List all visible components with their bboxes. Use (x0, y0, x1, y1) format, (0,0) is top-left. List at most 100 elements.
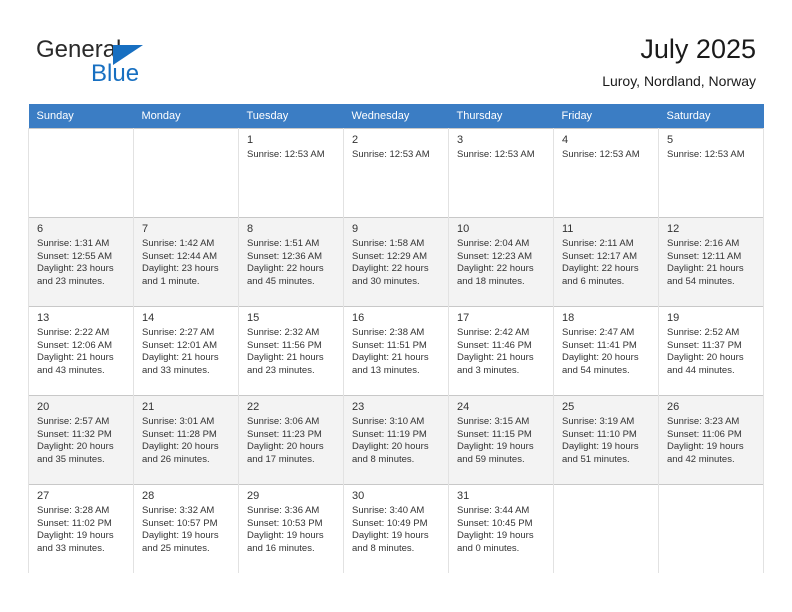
day-details: Sunrise: 2:04 AM Sunset: 12:23 AM Daylight… (450, 238, 553, 288)
sunset-text: Sunset: 11:28 PM (142, 428, 217, 440)
page-subtitle: Luroy, Nordland, Norway (602, 73, 756, 89)
calendar-day-cell-empty (28, 128, 134, 218)
day-details: Sunrise: 3:36 AM Sunset: 10:53 PM Daylight… (240, 505, 343, 555)
sunrise-text: Sunrise: 3:10 AM (352, 416, 425, 427)
calendar-day-cell[interactable]: 25 Sunrise: 3:19 AM Sunset: 11:10 PM Daylig… (553, 395, 659, 485)
page-title: July 2025 (640, 34, 756, 64)
day-details: Sunrise: 3:01 AM Sunset: 11:28 PM Daylight… (135, 416, 238, 466)
sunset-text: Sunset: 10:49 PM (352, 517, 428, 529)
day-number: 18 (562, 312, 575, 324)
calendar-day-cell[interactable]: 21 Sunrise: 3:01 AM Sunset: 11:28 PM Daylig… (133, 395, 239, 485)
sunset-text: Sunset: 10:57 PM (142, 517, 218, 529)
daylight-text: Daylight: 23 hours and 23 minutes. (37, 263, 114, 287)
daylight-text: Daylight: 22 hours and 30 minutes. (352, 263, 429, 287)
sunset-text: Sunset: 11:51 PM (352, 339, 427, 351)
sunrise-text: Sunrise: 12:53 AM (352, 149, 430, 160)
day-details: Sunrise: 3:40 AM Sunset: 10:49 PM Daylight… (345, 505, 448, 555)
calendar-day-cell[interactable]: 12 Sunrise: 2:16 AM Sunset: 12:11 AM Daylig… (658, 217, 764, 307)
calendar-day-cell[interactable]: 14 Sunrise: 2:27 AM Sunset: 12:01 AM Daylig… (133, 306, 239, 396)
sunrise-text: Sunrise: 1:42 AM (142, 238, 215, 249)
sunset-text: Sunset: 12:44 AM (142, 250, 217, 262)
sunrise-text: Sunrise: 2:38 AM (352, 327, 425, 338)
day-number: 24 (457, 401, 470, 413)
calendar-day-cell[interactable]: 4 Sunrise: 12:53 AM (553, 128, 659, 218)
calendar-day-cell[interactable]: 23 Sunrise: 3:10 AM Sunset: 11:19 PM Daylig… (343, 395, 449, 485)
day-details: Sunrise: 1:51 AM Sunset: 12:36 AM Daylight… (240, 238, 343, 288)
daylight-text: Daylight: 19 hours and 51 minutes. (562, 441, 639, 465)
sunset-text: Sunset: 12:55 AM (37, 250, 112, 262)
day-number: 7 (142, 223, 149, 235)
day-number: 3 (457, 134, 464, 146)
sunrise-text: Sunrise: 3:44 AM (457, 505, 530, 516)
calendar-day-cell-empty (133, 128, 239, 218)
daylight-text: Daylight: 21 hours and 33 minutes. (142, 352, 219, 376)
calendar-day-cell[interactable]: 10 Sunrise: 2:04 AM Sunset: 12:23 AM Daylig… (448, 217, 554, 307)
calendar-day-cell[interactable]: 27 Sunrise: 3:28 AM Sunset: 11:02 PM Daylig… (28, 484, 134, 573)
daylight-text: Daylight: 19 hours and 42 minutes. (667, 441, 744, 465)
calendar-day-cell[interactable]: 16 Sunrise: 2:38 AM Sunset: 11:51 PM Daylig… (343, 306, 449, 396)
calendar-day-cell[interactable]: 17 Sunrise: 2:42 AM Sunset: 11:46 PM Daylig… (448, 306, 554, 396)
calendar-day-cell[interactable]: 22 Sunrise: 3:06 AM Sunset: 11:23 PM Daylig… (238, 395, 344, 485)
day-details: Sunrise: 12:53 AM (450, 149, 553, 162)
calendar-day-cell[interactable]: 3 Sunrise: 12:53 AM (448, 128, 554, 218)
calendar-day-cell[interactable]: 29 Sunrise: 3:36 AM Sunset: 10:53 PM Daylig… (238, 484, 344, 573)
calendar-grid: Sunday Monday Tuesday Wednesday Thursday… (28, 104, 764, 573)
day-number: 11 (562, 223, 574, 235)
calendar-day-cell[interactable]: 15 Sunrise: 2:32 AM Sunset: 11:56 PM Daylig… (238, 306, 344, 396)
calendar-day-cell[interactable]: 13 Sunrise: 2:22 AM Sunset: 12:06 AM Daylig… (28, 306, 134, 396)
calendar-day-cell[interactable]: 1 Sunrise: 12:53 AM (238, 128, 344, 218)
calendar-day-cell[interactable]: 19 Sunrise: 2:52 AM Sunset: 11:37 PM Daylig… (658, 306, 764, 396)
sunrise-text: Sunrise: 2:16 AM (667, 238, 740, 249)
day-details: Sunrise: 2:27 AM Sunset: 12:01 AM Daylight… (135, 327, 238, 377)
calendar-week-row: 27 Sunrise: 3:28 AM Sunset: 11:02 PM Daylig… (28, 484, 764, 573)
daylight-text: Daylight: 21 hours and 13 minutes. (352, 352, 429, 376)
calendar-day-cell[interactable]: 30 Sunrise: 3:40 AM Sunset: 10:49 PM Daylig… (343, 484, 449, 573)
sunrise-text: Sunrise: 2:27 AM (142, 327, 215, 338)
sunset-text: Sunset: 12:36 AM (247, 250, 322, 262)
day-number: 17 (457, 312, 470, 324)
sunrise-text: Sunrise: 3:28 AM (37, 505, 110, 516)
sunset-text: Sunset: 11:19 PM (352, 428, 427, 440)
calendar-day-cell[interactable]: 7 Sunrise: 1:42 AM Sunset: 12:44 AM Dayligh… (133, 217, 239, 307)
sunrise-text: Sunrise: 12:53 AM (247, 149, 325, 160)
calendar-day-cell[interactable]: 28 Sunrise: 3:32 AM Sunset: 10:57 PM Daylig… (133, 484, 239, 573)
calendar-day-cell[interactable]: 20 Sunrise: 2:57 AM Sunset: 11:32 PM Daylig… (28, 395, 134, 485)
day-number: 15 (247, 312, 260, 324)
sunrise-text: Sunrise: 1:51 AM (247, 238, 320, 249)
sunrise-text: Sunrise: 2:52 AM (667, 327, 740, 338)
daylight-text: Daylight: 20 hours and 8 minutes. (352, 441, 429, 465)
calendar-day-cell[interactable]: 18 Sunrise: 2:47 AM Sunset: 11:41 PM Daylig… (553, 306, 659, 396)
calendar-day-cell[interactable]: 26 Sunrise: 3:23 AM Sunset: 11:06 PM Daylig… (658, 395, 764, 485)
day-number: 5 (667, 134, 674, 146)
day-details: Sunrise: 2:22 AM Sunset: 12:06 AM Daylight… (30, 327, 133, 377)
calendar-day-cell[interactable]: 6 Sunrise: 1:31 AM Sunset: 12:55 AM Dayligh… (28, 217, 134, 307)
day-details: Sunrise: 3:10 AM Sunset: 11:19 PM Daylight… (345, 416, 448, 466)
weekday-header-tuesday: Tuesday (238, 104, 344, 129)
sunrise-text: Sunrise: 3:19 AM (562, 416, 635, 427)
daylight-text: Daylight: 20 hours and 35 minutes. (37, 441, 114, 465)
day-number: 6 (37, 223, 44, 235)
calendar-day-cell[interactable]: 8 Sunrise: 1:51 AM Sunset: 12:36 AM Dayligh… (238, 217, 344, 307)
sunrise-text: Sunrise: 3:06 AM (247, 416, 320, 427)
sunset-text: Sunset: 12:23 AM (457, 250, 532, 262)
weekday-header-monday: Monday (133, 104, 239, 129)
calendar-day-cell[interactable]: 31 Sunrise: 3:44 AM Sunset: 10:45 PM Daylig… (448, 484, 554, 573)
day-details: Sunrise: 1:31 AM Sunset: 12:55 AM Daylight… (30, 238, 133, 288)
calendar-day-cell[interactable]: 9 Sunrise: 1:58 AM Sunset: 12:29 AM Dayligh… (343, 217, 449, 307)
daylight-text: Daylight: 19 hours and 8 minutes. (352, 530, 429, 554)
day-number: 22 (247, 401, 260, 413)
day-number: 27 (37, 490, 50, 502)
daylight-text: Daylight: 21 hours and 23 minutes. (247, 352, 324, 376)
daylight-text: Daylight: 19 hours and 33 minutes. (37, 530, 114, 554)
sunset-text: Sunset: 11:06 PM (667, 428, 742, 440)
calendar-day-cell[interactable]: 24 Sunrise: 3:15 AM Sunset: 11:15 PM Daylig… (448, 395, 554, 485)
sunrise-text: Sunrise: 2:47 AM (562, 327, 635, 338)
day-details: Sunrise: 2:16 AM Sunset: 12:11 AM Daylight… (660, 238, 763, 288)
day-number: 10 (457, 223, 470, 235)
daylight-text: Daylight: 22 hours and 6 minutes. (562, 263, 639, 287)
calendar-day-cell[interactable]: 11 Sunrise: 2:11 AM Sunset: 12:17 AM Daylig… (553, 217, 659, 307)
calendar-day-cell[interactable]: 5 Sunrise: 12:53 AM (658, 128, 764, 218)
day-number: 21 (142, 401, 155, 413)
calendar-day-cell[interactable]: 2 Sunrise: 12:53 AM (343, 128, 449, 218)
general-blue-logo[interactable]: General Blue (36, 36, 266, 87)
